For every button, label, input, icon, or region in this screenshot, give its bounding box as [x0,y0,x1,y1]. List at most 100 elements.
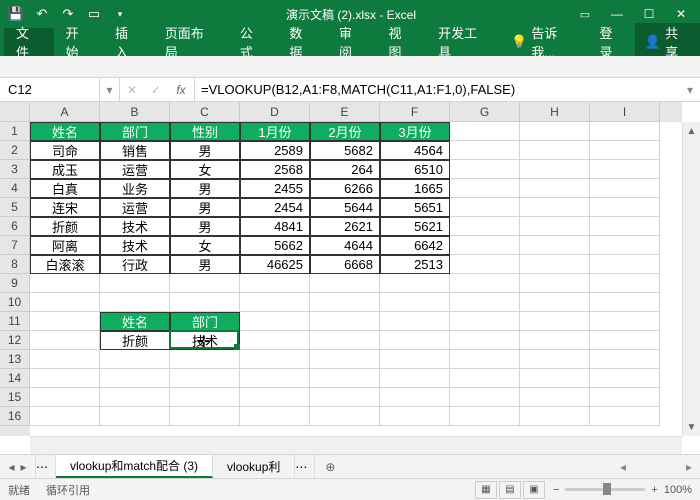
cell[interactable] [520,293,590,312]
nav-next-icon[interactable]: ▸ [21,460,27,474]
cell[interactable]: 5644 [310,198,380,217]
hscroll-left-icon[interactable]: ◂ [620,460,626,474]
formula-input[interactable]: =VLOOKUP(B12,A1:F8,MATCH(C11,A1:F1,0),FA… [195,78,680,101]
cell[interactable]: 男 [170,255,240,274]
cell[interactable] [520,236,590,255]
col-header-G[interactable]: G [450,102,520,122]
cell[interactable] [590,217,660,236]
row-header-14[interactable]: 14 [0,369,30,388]
cell[interactable]: 运营 [100,160,170,179]
cell[interactable] [590,369,660,388]
cell[interactable]: 2454 [240,198,310,217]
col-header-H[interactable]: H [520,102,590,122]
cell[interactable] [100,350,170,369]
cell[interactable] [170,274,240,293]
cell[interactable]: 1月份 [240,122,310,141]
new-sheet-button[interactable]: ⊕ [315,455,345,478]
cell[interactable] [380,274,450,293]
cell[interactable] [450,369,520,388]
col-header-D[interactable]: D [240,102,310,122]
cell[interactable]: 4644 [310,236,380,255]
cell[interactable]: 5621 [380,217,450,236]
cell[interactable] [590,350,660,369]
cell[interactable] [380,312,450,331]
tab-review[interactable]: 审阅 [327,28,377,56]
view-normal-icon[interactable]: ▦ [475,481,497,499]
cell[interactable] [310,331,380,350]
cell[interactable] [520,312,590,331]
cell[interactable] [520,160,590,179]
cell[interactable]: 男 [170,217,240,236]
tab-developer[interactable]: 开发工具 [426,28,501,56]
cell[interactable] [450,236,520,255]
cell[interactable] [520,407,590,426]
cell[interactable] [520,179,590,198]
cell[interactable] [310,350,380,369]
row-header-3[interactable]: 3 [0,160,30,179]
view-break-icon[interactable]: ▣ [523,481,545,499]
cell[interactable] [170,293,240,312]
cell[interactable] [380,293,450,312]
zoom-out-icon[interactable]: − [553,484,559,496]
fx-icon[interactable]: fx [168,83,194,97]
cell[interactable]: 5651 [380,198,450,217]
col-header-F[interactable]: F [380,102,450,122]
cells[interactable]: 姓名部门性别1月份2月份3月份司命销售男258956824564成玉运营女256… [30,122,682,436]
cell[interactable] [450,274,520,293]
cell[interactable] [100,369,170,388]
cell[interactable] [240,369,310,388]
cell[interactable] [380,331,450,350]
cell[interactable] [450,255,520,274]
name-box[interactable]: C12 [0,78,100,101]
sheet-tab-other[interactable]: vlookup利 [213,455,295,478]
cell[interactable]: 46625 [240,255,310,274]
cell[interactable] [520,122,590,141]
cell[interactable]: 男 [170,179,240,198]
cell[interactable]: 姓名 [100,312,170,331]
tab-insert[interactable]: 插入 [103,28,153,56]
cell[interactable]: 行政 [100,255,170,274]
tab-layout[interactable]: 页面布局 [153,28,228,56]
cell[interactable] [100,293,170,312]
cell[interactable] [450,407,520,426]
cell[interactable]: 6668 [310,255,380,274]
cell[interactable] [590,236,660,255]
scroll-up-icon[interactable]: ▲ [683,122,700,140]
cell[interactable] [240,274,310,293]
cell[interactable]: 业务 [100,179,170,198]
cell[interactable]: 6266 [310,179,380,198]
cell[interactable] [520,274,590,293]
cell[interactable] [240,407,310,426]
cell[interactable] [310,369,380,388]
cell[interactable] [100,274,170,293]
cell[interactable] [590,331,660,350]
row-header-9[interactable]: 9 [0,274,30,293]
cell[interactable] [170,350,240,369]
cell[interactable] [240,293,310,312]
cell[interactable] [450,217,520,236]
cell[interactable]: 3月份 [380,122,450,141]
cell[interactable] [380,350,450,369]
cell[interactable]: 白滚滚 [30,255,100,274]
col-header-I[interactable]: I [590,102,660,122]
cell[interactable] [30,274,100,293]
row-header-7[interactable]: 7 [0,236,30,255]
cell[interactable]: 折颜 [30,217,100,236]
cell[interactable] [240,312,310,331]
cell[interactable] [590,122,660,141]
cell[interactable]: 阿离 [30,236,100,255]
row-header-15[interactable]: 15 [0,388,30,407]
row-header-2[interactable]: 2 [0,141,30,160]
cell[interactable] [170,369,240,388]
cell[interactable] [240,331,310,350]
cell[interactable]: 司命 [30,141,100,160]
sheet-ellipsis-right[interactable]: ⋯ [295,455,315,478]
cell[interactable] [240,350,310,369]
hscroll-right-icon[interactable]: ▸ [686,460,692,474]
cell[interactable] [450,388,520,407]
cell[interactable] [310,274,380,293]
tab-home[interactable]: 开始 [54,28,104,56]
col-header-B[interactable]: B [100,102,170,122]
cell[interactable]: 部门 [100,122,170,141]
row-header-5[interactable]: 5 [0,198,30,217]
